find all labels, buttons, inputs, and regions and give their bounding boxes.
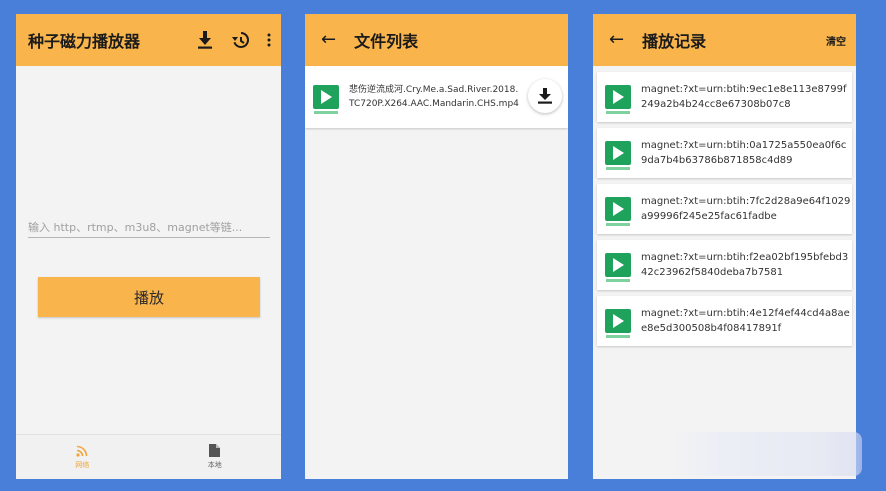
nav-item-local[interactable]: 本地 (149, 435, 282, 479)
play-button[interactable]: 播放 (38, 277, 260, 317)
nav-item-network[interactable]: 网络 (16, 435, 149, 479)
more-vert-icon[interactable] (267, 33, 271, 47)
file-name: 悲伤逆流成河.Cry.Me.a.Sad.River.2018.TC720P.X2… (349, 85, 519, 109)
history-item[interactable]: magnet:?xt=urn:btih:9ec1e8e113e8799f249a… (597, 72, 852, 122)
nav-label-network: 网络 (75, 460, 90, 469)
video-thumbnail-icon (605, 245, 633, 285)
nav-label-local: 本地 (207, 461, 222, 469)
history-link: magnet:?xt=urn:btih:7fc2d28a9e64f1029a99… (641, 196, 851, 222)
file-download-button[interactable] (528, 79, 562, 113)
history-link: magnet:?xt=urn:btih:0a1725a550ea0f6c9da7… (641, 140, 847, 166)
history-item[interactable]: magnet:?xt=urn:btih:4e12f4ef44cd4a8aee8e… (597, 296, 852, 346)
history-item[interactable]: magnet:?xt=urn:btih:f2ea02bf195bfebd342c… (597, 240, 852, 290)
main-screen: 种子磁力播放器 播放 网络 本地 (16, 14, 281, 479)
app-bar-actions (197, 14, 271, 66)
file-icon (209, 444, 221, 457)
history-link: magnet:?xt=urn:btih:4e12f4ef44cd4a8aee8e… (641, 308, 850, 334)
video-thumbnail-icon (605, 189, 633, 229)
history-item[interactable]: magnet:?xt=urn:btih:7fc2d28a9e64f1029a99… (597, 184, 852, 234)
history-title: 播放记录 (642, 32, 707, 51)
history-screen: ← 播放记录 清空 magnet:?xt=urn:btih:9ec1e8e113… (593, 14, 856, 479)
file-list-title: 文件列表 (354, 32, 419, 51)
clear-button[interactable]: 清空 (826, 33, 846, 48)
history-item[interactable]: magnet:?xt=urn:btih:0a1725a550ea0f6c9da7… (597, 128, 852, 178)
history-app-bar: ← 播放记录 清空 (593, 14, 856, 66)
video-thumbnail-icon (605, 133, 633, 173)
video-thumbnail-icon (605, 301, 633, 341)
back-arrow-icon[interactable]: ← (321, 31, 336, 49)
file-list-screen: ← 文件列表 悲伤逆流成河.Cry.Me.a.Sad.River.2018.TC… (305, 14, 568, 479)
app-title: 种子磁力播放器 (28, 32, 141, 51)
download-icon[interactable] (197, 31, 213, 49)
file-list-app-bar: ← 文件列表 (305, 14, 568, 66)
video-thumbnail-icon (313, 77, 341, 117)
watermark-blur (672, 432, 862, 476)
url-input[interactable] (28, 217, 270, 238)
file-item[interactable]: 悲伤逆流成河.Cry.Me.a.Sad.River.2018.TC720P.X2… (305, 66, 568, 128)
history-link: magnet:?xt=urn:btih:f2ea02bf195bfebd342c… (641, 252, 849, 278)
history-link: magnet:?xt=urn:btih:9ec1e8e113e8799f249a… (641, 84, 847, 110)
app-bar: 种子磁力播放器 (16, 14, 281, 66)
video-thumbnail-icon (605, 77, 633, 117)
rss-icon (76, 445, 88, 457)
back-arrow-icon[interactable]: ← (609, 31, 624, 49)
history-icon[interactable] (231, 31, 249, 49)
history-list: magnet:?xt=urn:btih:9ec1e8e113e8799f249a… (593, 66, 856, 346)
bottom-nav: 网络 本地 (16, 434, 281, 479)
